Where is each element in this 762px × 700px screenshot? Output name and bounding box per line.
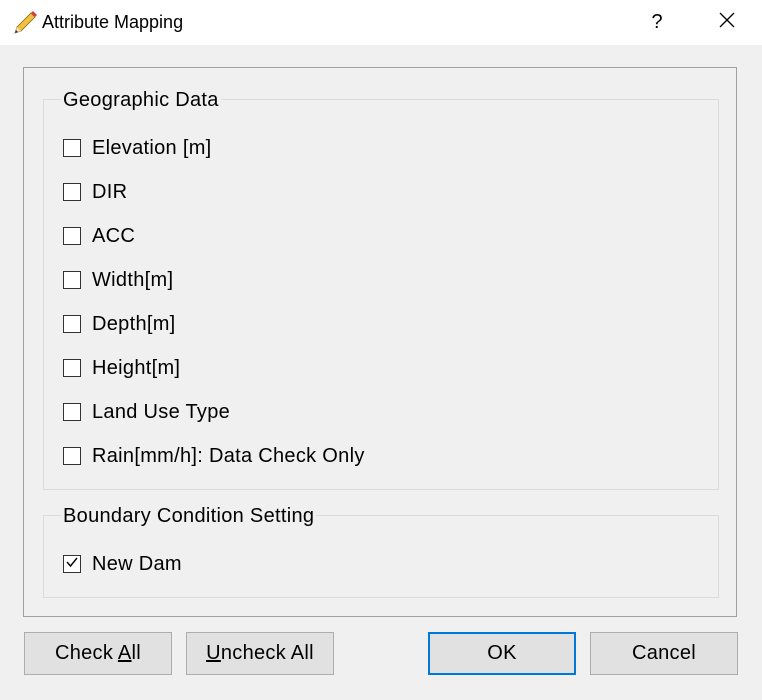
checkbox-height[interactable]: Height[m]: [63, 356, 180, 380]
checkbox-box[interactable]: [63, 271, 81, 289]
checkbox-label: DIR: [92, 180, 128, 203]
checkbox-label: Land Use Type: [92, 400, 231, 423]
checkbox-label: New Dam: [92, 552, 182, 575]
checkbox-label: Depth[m]: [92, 312, 176, 335]
close-button[interactable]: [700, 0, 754, 45]
close-icon: [718, 11, 736, 34]
checkbox-box[interactable]: [63, 403, 81, 421]
boundary-condition-title: Boundary Condition Setting: [61, 505, 317, 528]
checkbox-label: Rain[mm/h]: Data Check Only: [92, 444, 365, 467]
checkbox-box[interactable]: [63, 555, 81, 573]
checkbox-box[interactable]: [63, 139, 81, 157]
checkbox-land-use-type[interactable]: Land Use Type: [63, 400, 230, 424]
checkmark-icon: [65, 555, 79, 574]
ok-button[interactable]: OK: [428, 632, 576, 675]
checkbox-depth[interactable]: Depth[m]: [63, 312, 176, 336]
checkbox-acc[interactable]: ACC: [63, 224, 135, 248]
pencil-icon: [12, 10, 38, 36]
cancel-button[interactable]: Cancel: [590, 632, 738, 675]
checkbox-label: Height[m]: [92, 356, 181, 379]
button-label: Check All: [54, 642, 142, 664]
checkbox-box[interactable]: [63, 227, 81, 245]
title-bar: Attribute Mapping ?: [0, 0, 762, 45]
window-title: Attribute Mapping: [42, 12, 184, 32]
checkbox-elevation[interactable]: Elevation [m]: [63, 136, 212, 160]
checkbox-width[interactable]: Width[m]: [63, 268, 173, 292]
checkbox-new-dam[interactable]: New Dam: [63, 552, 182, 576]
check-all-button[interactable]: Check All: [24, 632, 172, 675]
checkbox-label: Elevation [m]: [92, 136, 212, 159]
checkbox-dir[interactable]: DIR: [63, 180, 127, 204]
checkbox-box[interactable]: [63, 359, 81, 377]
checkbox-box[interactable]: [63, 315, 81, 333]
uncheck-all-button[interactable]: Uncheck All: [186, 632, 334, 675]
checkbox-label: ACC: [92, 224, 136, 247]
button-label: Uncheck All: [206, 642, 314, 664]
checkbox-label: Width[m]: [92, 268, 174, 291]
checkbox-rain[interactable]: Rain[mm/h]: Data Check Only: [63, 444, 365, 468]
geographic-data-title: Geographic Data: [61, 89, 221, 112]
checkbox-box[interactable]: [63, 183, 81, 201]
checkbox-box[interactable]: [63, 447, 81, 465]
help-button[interactable]: ?: [630, 0, 684, 45]
